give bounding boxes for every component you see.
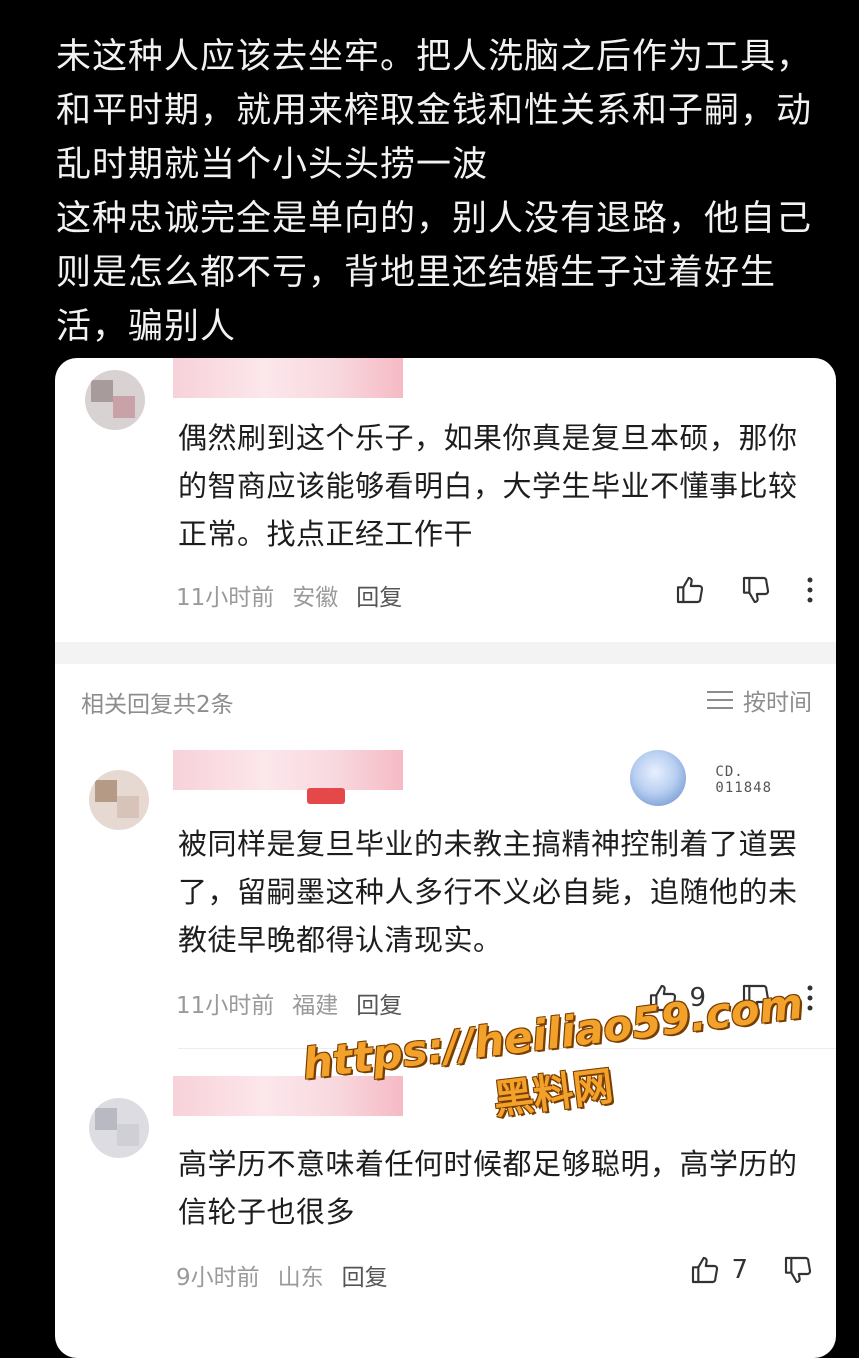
reply-avatar[interactable] [89,770,149,830]
comment-meta: 11小时前 安徽 回复 [176,578,402,612]
like-count: 7 [731,1255,748,1285]
reply-button[interactable]: 回复 [356,986,402,1020]
reply-location: 山东 [277,1265,324,1291]
reply-time: 11小时前 [176,993,275,1019]
thumb-down-icon [742,576,770,604]
reply-meta: 9小时前 山东 回复 [176,1258,388,1292]
more-button[interactable] [806,984,814,1012]
reply-username-blurred[interactable] [173,750,403,790]
replies-count: 相关回复共2条 [81,692,234,718]
fan-medal-icon [630,750,686,806]
like-button[interactable] [674,574,706,606]
thumb-down-icon [784,1256,812,1284]
sort-icon [707,691,733,709]
reply-actions: 7 [689,1254,814,1286]
sort-label: 按时间 [743,690,812,716]
reply-button[interactable]: 回复 [342,1258,388,1292]
reply-button[interactable]: 回复 [356,578,402,612]
thumb-up-icon [676,576,704,604]
thumb-up-icon [692,1256,719,1284]
reply-avatar[interactable] [89,1098,149,1158]
level-badge [307,788,345,804]
more-icon [807,985,813,1011]
comment-text: 偶然刷到这个乐子，如果你真是复旦本硕，那你的智商应该能够看明白，大学生毕业不懂事… [178,421,798,551]
comment-time: 11小时前 [176,585,275,611]
comment-card: 偶然刷到这个乐子，如果你真是复旦本硕，那你的智商应该能够看明白，大学生毕业不懂事… [55,358,836,1358]
reply-location: 福建 [292,993,339,1019]
more-button[interactable] [806,576,814,604]
dislike-button[interactable] [782,1254,814,1286]
comment-location: 安徽 [292,585,339,611]
dislike-button[interactable] [740,574,772,606]
post-text: 未这种人应该去坐牢。把人洗脑之后作为工具， 和平时期，就用来榨取金钱和性关系和子… [56,37,813,347]
username-blurred[interactable] [173,358,403,398]
section-divider [55,642,836,664]
medal-code: CD. 011848 [715,764,772,796]
comment-actions [674,574,814,606]
reply-text: 被同样是复旦毕业的未教主搞精神控制着了道罢了，留嗣墨这种人多行不义必自毙，追随他… [178,827,798,957]
avatar[interactable] [85,370,145,430]
main-comment: 偶然刷到这个乐子，如果你真是复旦本硕，那你的智商应该能够看明白，大学生毕业不懂事… [55,358,836,658]
reply-time: 9小时前 [176,1265,260,1291]
like-button[interactable]: 7 [689,1254,748,1286]
sort-button[interactable]: 按时间 [707,683,812,717]
more-icon [807,577,813,603]
reply-meta: 11小时前 福建 回复 [176,986,402,1020]
